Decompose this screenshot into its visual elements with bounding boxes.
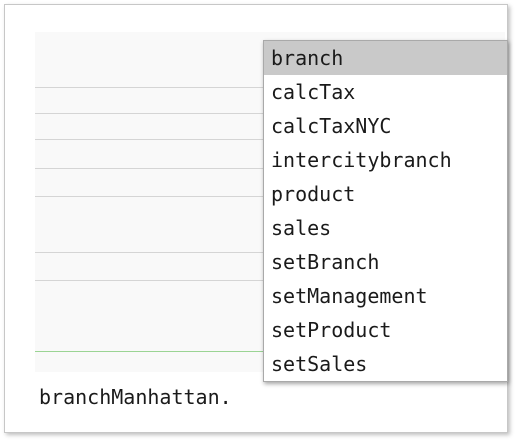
autocomplete-item-setproduct[interactable]: setProduct xyxy=(264,313,507,347)
code-line-input[interactable]: branchManhattan. xyxy=(39,383,232,411)
autocomplete-item-setmanagement[interactable]: setManagement xyxy=(264,279,507,313)
autocomplete-item-calctax[interactable]: calcTax xyxy=(264,75,507,109)
autocomplete-item-sales[interactable]: sales xyxy=(264,211,507,245)
autocomplete-item-product[interactable]: product xyxy=(264,177,507,211)
autocomplete-item-branch[interactable]: branch xyxy=(264,41,507,75)
autocomplete-item-setbranch[interactable]: setBranch xyxy=(264,245,507,279)
autocomplete-item-intercitybranch[interactable]: intercitybranch xyxy=(264,143,507,177)
autocomplete-item-setsales[interactable]: setSales xyxy=(264,347,507,381)
code-editor-window: branchManhattan. branch calcTax calcTaxN… xyxy=(4,4,508,433)
autocomplete-item-calctaxnyc[interactable]: calcTaxNYC xyxy=(264,109,507,143)
autocomplete-popup[interactable]: branch calcTax calcTaxNYC intercitybranc… xyxy=(263,40,508,382)
